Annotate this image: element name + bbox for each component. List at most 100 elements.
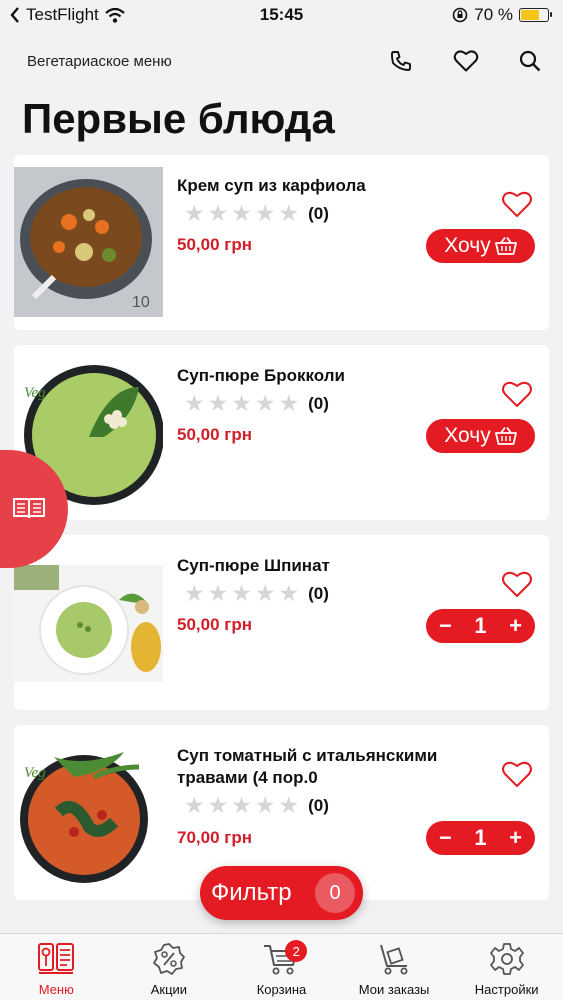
status-left: TestFlight <box>10 5 125 25</box>
product-image[interactable]: 10 <box>14 167 163 317</box>
tab-label: Настройки <box>474 982 539 997</box>
product-name[interactable]: Крем суп из карфиола <box>177 175 477 197</box>
percent-badge-icon <box>152 943 185 975</box>
svg-text:Veg: Veg <box>24 385 46 401</box>
orientation-lock-icon <box>452 7 468 23</box>
header: Вегетариаское меню <box>0 38 563 84</box>
battery-icon <box>519 8 552 22</box>
product-name[interactable]: Суп томатный с итальянскими травами (4 п… <box>177 745 477 789</box>
star-icon: ★ <box>254 200 276 226</box>
star-icon: ★ <box>254 792 276 818</box>
favorite-heart-icon[interactable] <box>501 760 533 788</box>
product-price: 50,00 грн <box>177 615 252 634</box>
quantity-value: 1 <box>474 825 487 850</box>
tab-my-orders[interactable]: Мои заказы <box>338 934 451 1000</box>
filter-label: Фильтр <box>211 879 292 906</box>
open-book-icon <box>13 498 45 519</box>
rating-count: (0) <box>308 203 329 223</box>
basket-icon <box>494 236 517 255</box>
product-price: 50,00 грн <box>177 235 252 254</box>
star-icon: ★ <box>207 580 229 606</box>
carrier-label: TestFlight <box>26 5 99 24</box>
rating-count: (0) <box>308 393 329 413</box>
menu-book-icon <box>38 943 75 974</box>
tab-menu[interactable]: Меню <box>0 934 113 1000</box>
favorite-heart-icon[interactable] <box>501 380 533 408</box>
gear-icon <box>489 943 524 975</box>
header-title: Вегетариаское меню <box>27 52 172 70</box>
product-price: 70,00 грн <box>177 828 252 847</box>
status-bar: TestFlight 15:45 70 % <box>0 0 563 30</box>
filter-count-badge: 0 <box>315 873 355 913</box>
filter-button[interactable]: Фильтр 0 <box>200 866 363 920</box>
battery-percent: 70 % <box>474 5 513 24</box>
tab-label: Акции <box>150 982 188 997</box>
star-icon: ★ <box>278 390 300 416</box>
tab-settings[interactable]: Настройки <box>450 934 563 1000</box>
page-title: Первые блюда <box>22 95 335 142</box>
favorite-heart-icon[interactable] <box>501 570 533 598</box>
star-icon: ★ <box>231 390 252 416</box>
trolley-icon <box>380 944 408 975</box>
quantity-stepper[interactable]: − 1 + <box>426 821 535 855</box>
star-icon: ★ <box>207 792 229 818</box>
product-image[interactable]: Veg <box>14 737 163 887</box>
tab-label: Корзина <box>256 982 307 997</box>
product-name[interactable]: Суп-пюре Брокколи <box>177 365 477 387</box>
star-icon: ★ <box>207 390 229 416</box>
rating-stars: ★ ★ ★ ★ ★ (0) <box>184 202 329 225</box>
star-icon: ★ <box>278 580 300 606</box>
product-card[interactable]: 10 Крем суп из карфиола ★ ★ ★ ★ ★ (0) 50… <box>14 155 549 330</box>
rating-stars: ★ ★ ★ ★ ★ (0) <box>184 582 329 605</box>
header-actions <box>389 49 541 73</box>
bottom-tab-bar: Меню Акции 2 Корзина Мои заказы Настройк… <box>0 933 563 1000</box>
wifi-icon <box>105 7 125 23</box>
star-icon: ★ <box>184 580 205 606</box>
svg-text:Veg: Veg <box>24 765 46 781</box>
cart-count-badge: 2 <box>285 940 308 962</box>
favorite-heart-icon[interactable] <box>501 190 533 218</box>
decrease-button[interactable]: − <box>439 613 452 639</box>
star-icon: ★ <box>184 792 205 818</box>
product-image[interactable] <box>14 565 163 682</box>
heart-icon[interactable] <box>453 49 479 73</box>
product-name[interactable]: Суп-пюре Шпинат <box>177 555 477 577</box>
product-card[interactable]: Суп-пюре Шпинат ★ ★ ★ ★ ★ (0) 50,00 грн … <box>14 535 549 710</box>
back-chevron-icon[interactable] <box>10 7 20 23</box>
quantity-value: 1 <box>474 613 487 638</box>
star-icon: ★ <box>231 200 252 226</box>
tab-label: Мои заказы <box>358 982 430 997</box>
star-icon: ★ <box>254 390 276 416</box>
star-icon: ★ <box>278 200 300 226</box>
star-icon: ★ <box>254 580 276 606</box>
star-icon: ★ <box>184 390 205 416</box>
status-right: 70 % <box>452 5 552 25</box>
decrease-button[interactable]: − <box>439 825 452 851</box>
rating-stars: ★ ★ ★ ★ ★ (0) <box>184 794 329 817</box>
want-button[interactable]: Хочу <box>426 419 535 453</box>
increase-button[interactable]: + <box>509 613 522 639</box>
want-button[interactable]: Хочу <box>426 229 535 263</box>
quantity-stepper[interactable]: − 1 + <box>426 609 535 643</box>
star-icon: ★ <box>184 200 205 226</box>
phone-icon[interactable] <box>389 49 413 73</box>
rating-stars: ★ ★ ★ ★ ★ (0) <box>184 392 329 415</box>
rating-count: (0) <box>308 583 329 603</box>
rating-count: (0) <box>308 795 329 815</box>
product-price: 50,00 грн <box>177 425 252 444</box>
basket-icon <box>494 426 517 445</box>
tab-cart[interactable]: 2 Корзина <box>225 934 338 1000</box>
star-icon: ★ <box>231 792 252 818</box>
increase-button[interactable]: + <box>509 825 522 851</box>
want-label: Хочу <box>444 234 491 257</box>
want-label: Хочу <box>444 424 491 447</box>
svg-text:10: 10 <box>132 294 150 311</box>
star-icon: ★ <box>278 792 300 818</box>
battery-level <box>521 10 540 20</box>
star-icon: ★ <box>231 580 252 606</box>
star-icon: ★ <box>207 200 229 226</box>
tab-promotions[interactable]: Акции <box>113 934 226 1000</box>
product-card[interactable]: Veg Суп-пюре Брокколи ★ ★ ★ ★ ★ (0) 50,0… <box>14 345 549 520</box>
tab-label: Меню <box>38 982 74 997</box>
search-icon[interactable] <box>519 50 541 72</box>
